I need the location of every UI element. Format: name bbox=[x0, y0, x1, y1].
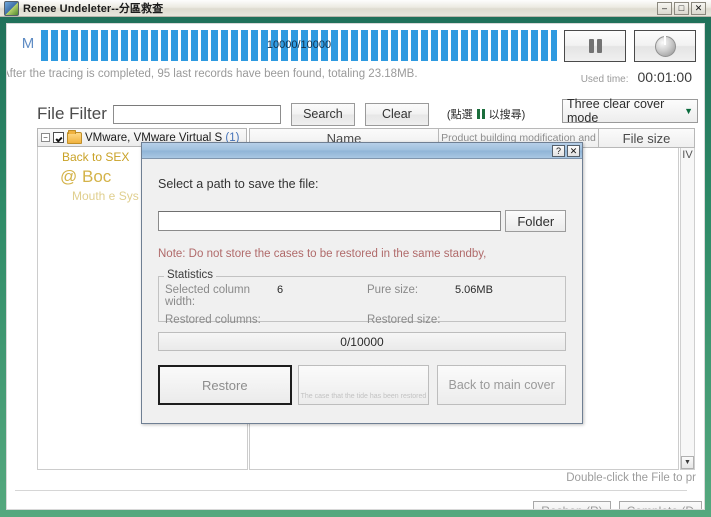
dialog-title-controls: ? ✕ bbox=[552, 144, 580, 157]
scan-progress-bar: 10000/10000 bbox=[41, 30, 557, 61]
cover-mode-value: Three clear cover mode bbox=[567, 97, 665, 125]
dialog-note: Note: Do not store the cases to be resto… bbox=[158, 248, 487, 260]
pause-button[interactable] bbox=[564, 30, 626, 62]
help-icon[interactable]: ? bbox=[552, 144, 565, 157]
tree-checkbox[interactable] bbox=[53, 132, 64, 143]
file-filter-input[interactable] bbox=[112, 104, 281, 124]
complete-button[interactable]: Complete (D bbox=[618, 501, 702, 509]
window-controls: – □ ✕ bbox=[657, 1, 709, 15]
client-area: M 10000/10000 After the tracing is compl… bbox=[6, 23, 705, 510]
reshop-button[interactable]: Reshop (R) bbox=[533, 501, 611, 509]
scroll-down-icon[interactable]: ▼ bbox=[681, 456, 694, 469]
dialog-body: Select a path to save the file: Folder N… bbox=[142, 159, 582, 424]
used-time-value: 00:01:00 bbox=[637, 69, 693, 85]
folder-icon bbox=[67, 129, 82, 144]
scrollbar-label: IV bbox=[682, 149, 693, 161]
save-path-input[interactable] bbox=[158, 211, 502, 231]
scan-progress-text: 10000/10000 bbox=[266, 39, 332, 51]
stat-value-selected-width: 6 bbox=[277, 284, 284, 296]
scan-progress-strip: M 10000/10000 bbox=[7, 24, 704, 64]
statistics-group: Statistics Selected column width: 6 Pure… bbox=[158, 269, 566, 326]
footer-divider bbox=[15, 490, 687, 491]
application-window: Renee Undeleter--分區救查 – □ ✕ M 10000/1000… bbox=[0, 0, 711, 517]
dialog-close-icon[interactable]: ✕ bbox=[567, 144, 580, 157]
minimize-icon[interactable]: – bbox=[657, 1, 672, 15]
file-filter-label: File Filter bbox=[37, 104, 107, 123]
stat-value-pure-size: 5.06MB bbox=[455, 284, 493, 296]
used-time-label: Used time: bbox=[580, 74, 629, 85]
cover-mode-select[interactable]: Three clear cover mode ▼ bbox=[562, 97, 698, 125]
restored-case-button[interactable]: The case that the tide has been restored bbox=[297, 365, 430, 405]
dialog-buttons: Restore The case that the tide has been … bbox=[158, 365, 566, 405]
chevron-down-icon: ▼ bbox=[684, 106, 693, 116]
app-icon bbox=[4, 0, 19, 16]
filter-hint: (點選 以搜尋) bbox=[447, 106, 525, 122]
double-click-hint: Double-click the File to pr bbox=[566, 472, 696, 484]
title-bar: Renee Undeleter--分區救查 – □ ✕ bbox=[0, 0, 711, 17]
filter-hint-prefix: (點選 bbox=[446, 109, 473, 121]
stat-label-restored-size: Restored size: bbox=[367, 314, 441, 326]
scan-drive-label: M bbox=[21, 35, 35, 52]
statistics-grid: Selected column width: 6 Pure size: 5.06… bbox=[165, 284, 559, 326]
browse-folder-button[interactable]: Folder bbox=[505, 210, 566, 232]
tree-expander-icon[interactable]: − bbox=[41, 133, 50, 142]
stop-icon bbox=[654, 35, 676, 57]
path-row: Folder bbox=[158, 210, 566, 232]
clear-button[interactable]: Clear bbox=[364, 102, 429, 126]
stat-value-restored-columns bbox=[277, 314, 367, 326]
dialog-title-bar: ? ✕ bbox=[142, 143, 582, 159]
back-to-main-button[interactable]: Back to main cover bbox=[437, 365, 566, 405]
save-path-dialog: ? ✕ Select a path to save the file: Fold… bbox=[141, 142, 583, 424]
pause-icon bbox=[588, 39, 602, 53]
close-icon[interactable]: ✕ bbox=[691, 1, 706, 15]
statistics-legend: Statistics bbox=[164, 269, 217, 281]
search-button[interactable]: Search bbox=[290, 102, 355, 126]
scan-status-text: After the tracing is completed, 95 last … bbox=[6, 68, 418, 80]
stat-label-restored-columns: Restored columns: bbox=[165, 314, 261, 326]
pause-bars-icon bbox=[476, 109, 485, 119]
stat-label-pure-size: Pure size: bbox=[367, 284, 419, 296]
used-time: Used time: 00:01:00 bbox=[581, 69, 692, 85]
stat-label-selected-width: Selected column width: bbox=[165, 284, 251, 308]
vertical-scrollbar[interactable]: IV ▼ bbox=[680, 148, 695, 470]
filter-hint-suffix: 以搜尋) bbox=[488, 109, 526, 121]
stop-button[interactable] bbox=[634, 30, 696, 62]
column-header-size[interactable]: File size bbox=[599, 128, 695, 148]
dialog-progress-bar: 0/10000 bbox=[158, 332, 566, 351]
footer-buttons: Reshop (R) Complete (D bbox=[533, 501, 702, 509]
path-prompt-label: Select a path to save the file: bbox=[158, 177, 319, 191]
restore-button[interactable]: Restore bbox=[158, 365, 292, 405]
maximize-icon[interactable]: □ bbox=[674, 1, 689, 15]
stat-value-restored-size bbox=[455, 314, 545, 326]
window-title: Renee Undeleter--分區救查 bbox=[23, 3, 164, 15]
